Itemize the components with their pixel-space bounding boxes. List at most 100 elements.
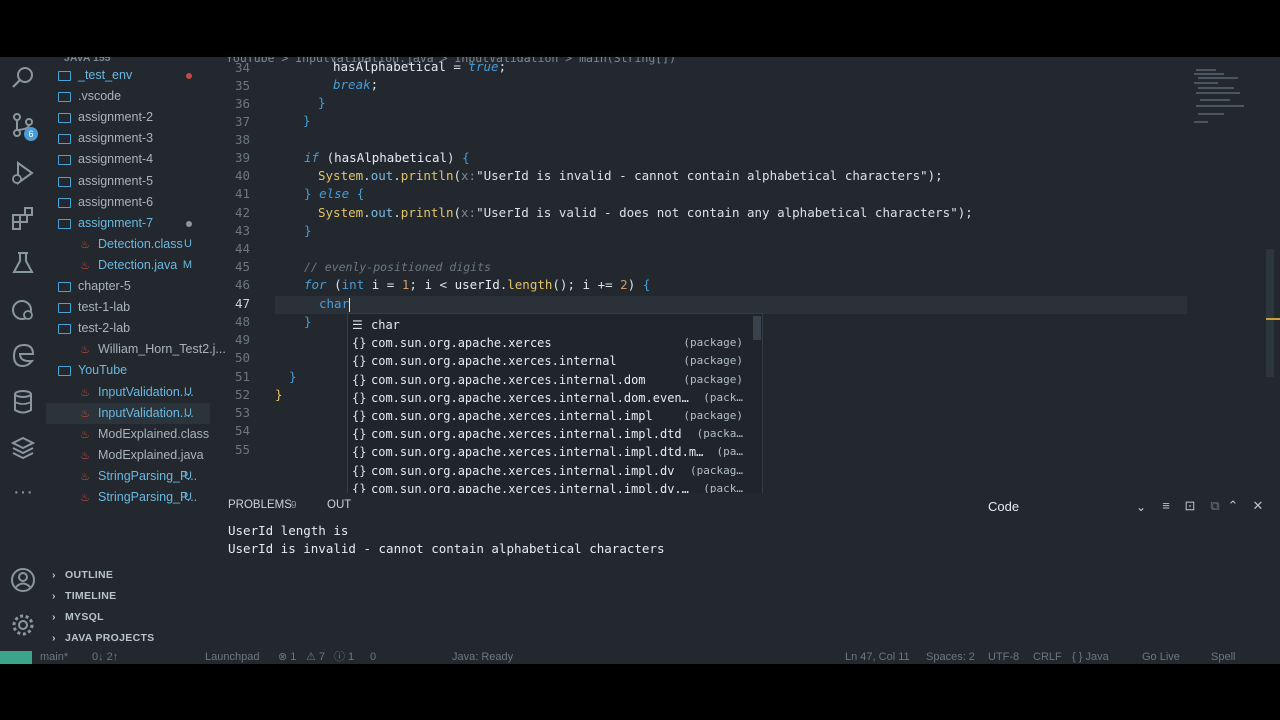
minimap[interactable] xyxy=(1192,69,1252,129)
suggestion-item[interactable]: {} com.sun.org.apache.xerces (package) xyxy=(348,334,753,352)
indentation[interactable]: Spaces: 2 xyxy=(926,651,975,664)
tree-folder[interactable]: assignment-4 xyxy=(46,149,210,170)
java-file-icon: ♨ xyxy=(80,449,90,462)
tree-folder[interactable]: assignment-7 xyxy=(46,213,210,234)
suggestion-item[interactable]: {} com.sun.org.apache.xerces.internal.imp… xyxy=(348,425,753,443)
tree-folder[interactable]: YouTube xyxy=(46,360,210,381)
code-line: for (int i = 1; i < userId.length(); i +… xyxy=(304,277,651,292)
warnings-count[interactable]: ⚠ 7 xyxy=(306,651,325,664)
code-line: } xyxy=(303,113,311,128)
tree-file[interactable]: ♨ ModExplained.java xyxy=(46,445,210,466)
editor-scrollbar[interactable] xyxy=(1266,249,1274,377)
info-count[interactable]: ⓘ 1 xyxy=(334,651,354,664)
language-mode[interactable]: { } Java xyxy=(1072,651,1109,664)
database-icon[interactable] xyxy=(10,389,36,415)
errors-count[interactable]: ⊗ 1 xyxy=(278,651,296,664)
filter-lines-icon[interactable]: ≡ xyxy=(1159,499,1173,513)
java-status[interactable]: Java: Ready xyxy=(452,651,513,664)
line-number: 48 xyxy=(234,314,250,329)
line-number: 46 xyxy=(234,277,250,292)
chevron-right-icon: › xyxy=(52,590,56,602)
search-icon[interactable] xyxy=(10,65,36,91)
tree-file[interactable]: ♨ Detection.class U xyxy=(46,234,210,255)
account-icon[interactable] xyxy=(10,567,36,593)
extensions-icon[interactable] xyxy=(10,205,36,231)
line-number: 52 xyxy=(234,387,250,402)
suggestion-kind: (package) xyxy=(683,372,743,386)
line-ending[interactable]: CRLF xyxy=(1033,651,1062,664)
tree-file[interactable]: ♨ ModExplained.class xyxy=(46,424,210,445)
section-timeline[interactable]: › TIMELINE xyxy=(46,586,210,607)
code-line: System.out.println(x:"UserId is valid - … xyxy=(318,205,973,220)
layers-icon[interactable] xyxy=(10,435,36,461)
tab-output[interactable]: OUT xyxy=(327,499,351,511)
suggest-scrollbar[interactable] xyxy=(753,316,761,340)
output-channel-select[interactable]: Code ⌄ xyxy=(982,496,1152,518)
edge-browser-icon[interactable] xyxy=(10,342,36,368)
tree-file[interactable]: ♨ InputValidation.... U xyxy=(46,402,210,424)
remote-indicator[interactable] xyxy=(0,651,32,664)
tree-file[interactable]: ♨ StringParsing_P... U xyxy=(46,466,210,487)
output-line: UserId length is xyxy=(228,523,349,538)
chevron-right-icon: › xyxy=(52,569,56,581)
suggestion-item[interactable]: {} com.sun.org.apache.xerces.internal.imp… xyxy=(348,443,753,461)
encoding[interactable]: UTF-8 xyxy=(988,651,1019,664)
close-panel-icon[interactable]: ✕ xyxy=(1251,499,1265,513)
section-java-projects-label: JAVA PROJECTS xyxy=(65,632,155,644)
tree-item-label: chapter-5 xyxy=(78,279,131,293)
tab-problems[interactable]: PROBLEMS xyxy=(228,499,292,511)
tree-folder[interactable]: assignment-6 xyxy=(46,192,210,213)
java-file-icon: ♨ xyxy=(80,259,90,272)
tree-folder[interactable]: assignment-2 xyxy=(46,107,210,128)
tree-file[interactable]: ♨ Detection.java M xyxy=(46,255,210,276)
testing-flask-icon[interactable] xyxy=(10,250,36,276)
tree-file[interactable]: ♨ StringParsing_P... U xyxy=(46,487,210,508)
tree-folder[interactable]: assignment-5 xyxy=(46,171,210,192)
tree-folder[interactable]: test-2-lab xyxy=(46,318,210,339)
code-line: } xyxy=(304,314,312,329)
tree-folder[interactable]: _test_env xyxy=(46,65,210,86)
cursor-position[interactable]: Ln 47, Col 11 xyxy=(845,651,910,664)
section-mysql[interactable]: › MYSQL xyxy=(46,607,210,628)
copy-icon[interactable]: ⧉ xyxy=(1208,499,1222,513)
suggestion-item[interactable]: {} com.sun.org.apache.xerces.internal.imp… xyxy=(348,407,753,425)
tree-folder[interactable]: assignment-3 xyxy=(46,128,210,149)
ports-count[interactable]: 0 xyxy=(370,651,376,664)
folder-open-icon xyxy=(58,218,71,229)
tree-item-label: assignment-7 xyxy=(78,215,154,230)
go-live-button[interactable]: Go Live xyxy=(1142,651,1180,664)
chevron-right-icon: › xyxy=(52,611,56,623)
code-line-active[interactable]: char xyxy=(319,295,351,313)
section-java-projects[interactable]: › JAVA PROJECTS xyxy=(46,628,210,649)
tree-item-label: .vscode xyxy=(78,89,122,104)
tree-item-label: YouTube xyxy=(78,363,128,378)
suggestion-item[interactable]: {} com.sun.org.apache.xerces.internal.imp… xyxy=(348,462,753,480)
code-line: } xyxy=(304,223,312,238)
minimap-line xyxy=(1200,99,1230,101)
tree-item-label: William_Horn_Test2.j... xyxy=(98,342,226,357)
sync-indicator[interactable]: 0↓ 2↑ xyxy=(92,651,118,664)
launchpad-item[interactable]: Launchpad xyxy=(205,651,259,664)
problems-count-badge: 9 xyxy=(291,500,297,511)
remote-explorer-icon[interactable] xyxy=(10,297,36,323)
lock-icon[interactable]: ⊡ xyxy=(1183,499,1197,513)
section-outline[interactable]: › OUTLINE xyxy=(46,565,210,586)
suggestion-item[interactable]: ☰ char xyxy=(348,316,753,334)
suggestion-item[interactable]: {} com.sun.org.apache.xerces.internal (pac… xyxy=(348,352,753,370)
suggestion-item[interactable]: {} com.sun.org.apache.xerces.internal.dom… xyxy=(348,371,753,389)
suggestion-item[interactable]: {} com.sun.org.apache.xerces.internal.dom… xyxy=(348,389,753,407)
tree-file[interactable]: ♨ William_Horn_Test2.j... xyxy=(46,339,226,360)
tree-folder[interactable]: chapter-5 xyxy=(46,276,210,297)
tree-file[interactable]: ♨ InputValidation.... U xyxy=(46,382,210,403)
branch-indicator[interactable]: main* xyxy=(40,651,68,664)
java-file-icon: ♨ xyxy=(80,407,90,420)
line-number: 50 xyxy=(234,350,250,365)
tree-folder[interactable]: .vscode xyxy=(46,86,210,107)
maximize-panel-icon[interactable]: ⌃ xyxy=(1226,499,1240,513)
run-debug-icon[interactable] xyxy=(10,160,36,186)
settings-gear-icon[interactable] xyxy=(10,612,36,638)
spell-check[interactable]: Spell xyxy=(1211,651,1235,664)
more-icon[interactable]: ··· xyxy=(10,482,36,508)
suggestion-label: com.sun.org.apache.xerces.internal.impl.… xyxy=(371,463,675,478)
tree-folder[interactable]: test-1-lab xyxy=(46,297,210,318)
